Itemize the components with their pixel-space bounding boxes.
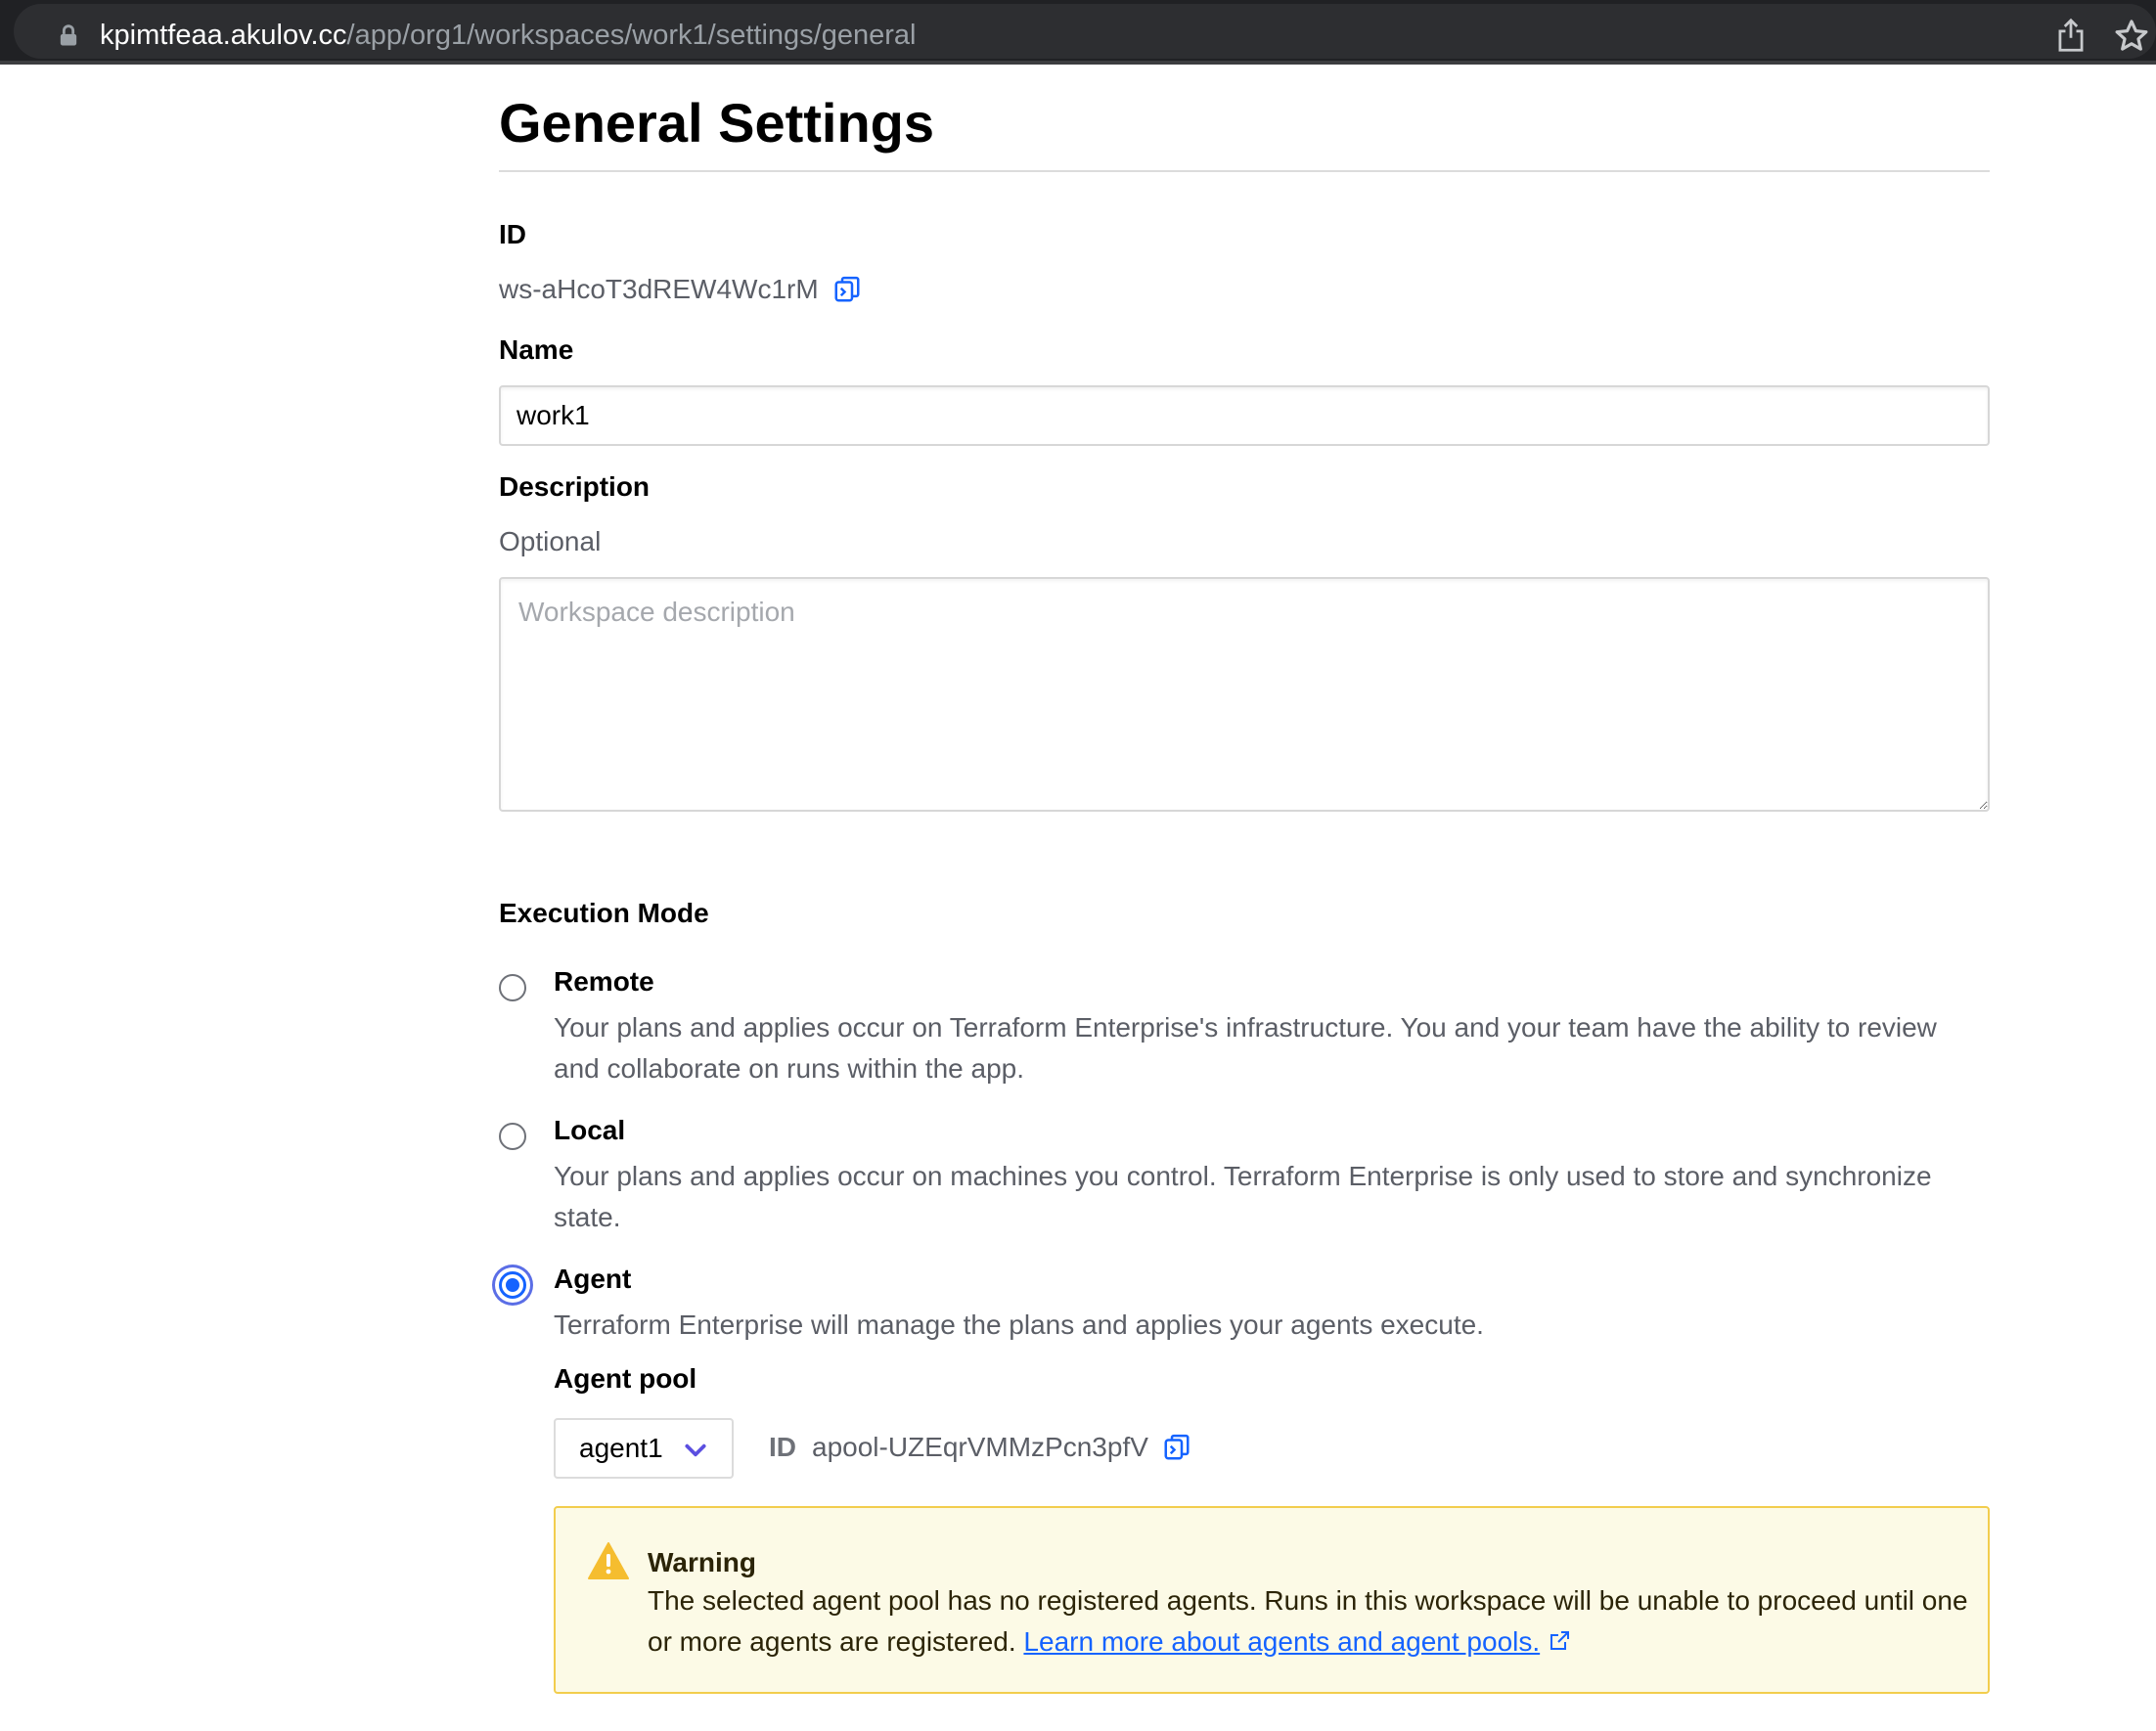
radio-agent[interactable] xyxy=(499,1271,526,1299)
agent-option-description: Terraform Enterprise will manage the pla… xyxy=(554,1309,1484,1340)
agent-option-title: Agent xyxy=(554,1264,632,1294)
radio-local[interactable] xyxy=(499,1123,526,1150)
warning-message: The selected agent pool has no registere… xyxy=(648,1580,1968,1663)
learn-more-agents-link[interactable]: Learn more about agents and agent pools. xyxy=(1023,1626,1540,1657)
description-textarea[interactable] xyxy=(499,577,1990,812)
local-option-description: Your plans and applies occur on machines… xyxy=(554,1161,1932,1232)
description-label: Description xyxy=(499,471,651,502)
remote-option-title: Remote xyxy=(554,966,654,997)
url-host: kpimtfeaa.akulov.cc xyxy=(100,20,347,51)
radio-remote[interactable] xyxy=(499,974,526,1001)
remote-option-description: Your plans and applies occur on Terrafor… xyxy=(554,1012,1937,1084)
workspace-id-value: ws-aHcoT3dREW4Wc1rM xyxy=(499,274,819,304)
name-input[interactable] xyxy=(499,385,1990,446)
agent-pool-select[interactable]: agent1 xyxy=(554,1418,734,1479)
copy-id-icon[interactable] xyxy=(832,275,862,304)
lock-icon xyxy=(60,24,77,46)
execution-mode-label: Execution Mode xyxy=(499,898,709,928)
external-link-icon[interactable] xyxy=(1548,1629,1571,1653)
address-bar[interactable]: kpimtfeaa.akulov.cc/app/org1/workspaces/… xyxy=(14,4,2156,59)
bookmark-star-icon[interactable] xyxy=(2113,18,2150,55)
copy-pool-id-icon[interactable] xyxy=(1162,1433,1191,1462)
browser-toolbar: kpimtfeaa.akulov.cc/app/org1/workspaces/… xyxy=(0,0,2156,65)
agent-pool-selected-value: agent1 xyxy=(579,1433,663,1463)
id-label: ID xyxy=(499,219,526,249)
url-path: /app/org1/workspaces/work1/settings/gene… xyxy=(346,20,917,51)
agent-pool-id-label: ID xyxy=(769,1432,796,1462)
url-text[interactable]: kpimtfeaa.akulov.cc/app/org1/workspaces/… xyxy=(100,18,916,53)
agent-pool-id-value: apool-UZEqrVMMzPcn3pfV xyxy=(812,1432,1148,1462)
warning-alert: Warning The selected agent pool has no r… xyxy=(554,1506,1990,1694)
chevron-down-icon xyxy=(685,1443,706,1457)
name-label: Name xyxy=(499,334,574,365)
description-hint: Optional xyxy=(499,526,602,556)
local-option-title: Local xyxy=(554,1115,626,1145)
agent-pool-label: Agent pool xyxy=(554,1363,697,1394)
page-title: General Settings xyxy=(499,92,935,154)
workspace-id-row: ws-aHcoT3dREW4Wc1rM xyxy=(499,272,862,307)
title-divider xyxy=(499,170,1990,172)
warning-triangle-icon xyxy=(588,1542,629,1579)
share-icon[interactable] xyxy=(2054,18,2088,53)
agent-pool-id-row: ID apool-UZEqrVMMzPcn3pfV xyxy=(769,1430,1191,1465)
warning-title: Warning xyxy=(648,1547,756,1577)
